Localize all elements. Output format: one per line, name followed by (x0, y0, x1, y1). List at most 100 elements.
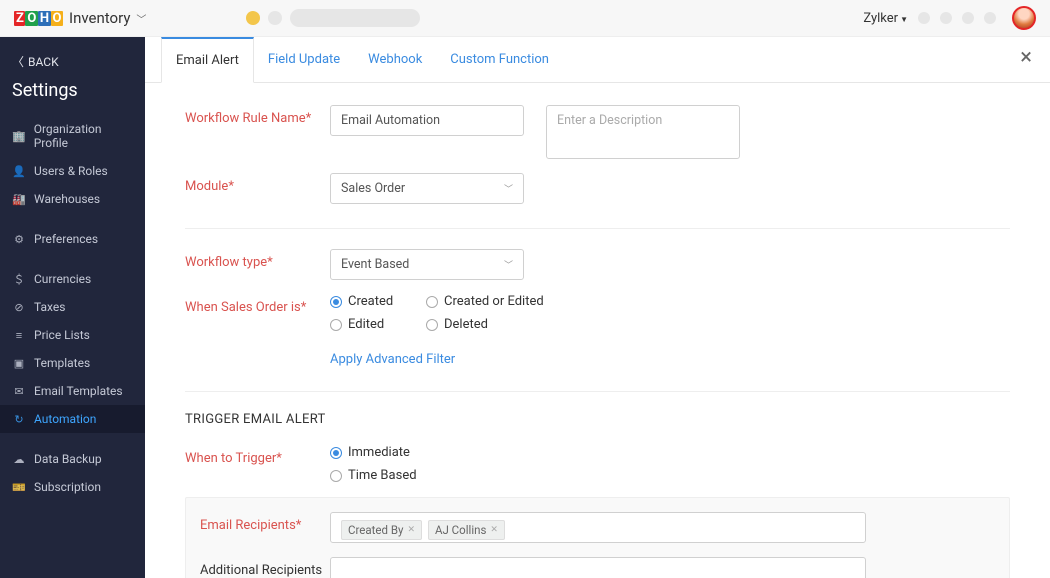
radio-icon (426, 319, 438, 331)
close-icon[interactable]: ✕ (490, 525, 498, 535)
sidebar-icon: 👤 (12, 164, 26, 178)
radio-label: Created (348, 294, 393, 309)
sidebar-item-label: Email Templates (34, 384, 123, 398)
sidebar-icon: ↻ (12, 412, 26, 426)
sidebar-item-label: Subscription (34, 480, 101, 494)
sidebar-item-label: Organization Profile (34, 122, 133, 150)
top-placeholders (246, 9, 420, 27)
sidebar-item-label: Automation (34, 412, 96, 426)
workflow-type-value: Event Based (341, 257, 409, 272)
sidebar-item-label: Taxes (34, 300, 65, 314)
close-icon[interactable]: × (1020, 47, 1032, 69)
additional-recipients-label: Additional Recipients (200, 557, 330, 578)
chip-aj-collins: AJ Collins✕ (428, 520, 505, 540)
sidebar-item-label: Preferences (34, 232, 98, 246)
workflow-type-label: Workflow type* (185, 249, 330, 270)
radio-icon (330, 296, 342, 308)
topbar: ZOHO Inventory ﹀ Zylker▼ (0, 0, 1050, 37)
sidebar-item-templates[interactable]: ▣ Templates (0, 349, 145, 377)
sidebar-item-data-backup[interactable]: ☁ Data Backup (0, 445, 145, 473)
radio-time-based[interactable]: Time Based (330, 468, 417, 483)
module-value: Sales Order (341, 181, 405, 196)
org-switcher[interactable]: Zylker▼ (863, 11, 908, 26)
sidebar-icon: ⚙ (12, 232, 26, 246)
radio-label: Edited (348, 317, 384, 332)
trigger-heading: TRIGGER EMAIL ALERT (185, 412, 1010, 427)
when-label: When Sales Order is* (185, 294, 330, 315)
sidebar-item-organization-profile[interactable]: 🏢 Organization Profile (0, 115, 145, 157)
tab-webhook[interactable]: Webhook (354, 37, 436, 83)
back-label: BACK (28, 55, 59, 69)
sidebar-item-label: Users & Roles (34, 164, 108, 178)
top-action[interactable] (962, 12, 974, 24)
workflow-form: Workflow Rule Name* Enter a Description … (145, 83, 1050, 578)
placeholder-bar (290, 9, 420, 27)
sidebar-item-label: Price Lists (34, 328, 90, 342)
top-action[interactable] (984, 12, 996, 24)
top-action[interactable] (918, 12, 930, 24)
apply-advanced-filter-link[interactable]: Apply Advanced Filter (330, 346, 455, 367)
sidebar: 〈 BACK Settings 🏢 Organization Profile 👤 Us… (0, 37, 145, 578)
sidebar-item-automation[interactable]: ↻ Automation (0, 405, 145, 433)
sidebar-item-email-templates[interactable]: ✉ Email Templates (0, 377, 145, 405)
sidebar-item-warehouses[interactable]: 🏭 Warehouses (0, 185, 145, 213)
recipients-label: Email Recipients* (200, 512, 330, 533)
radio-label: Created or Edited (444, 294, 544, 309)
sidebar-item-label: Templates (34, 356, 90, 370)
sidebar-item-currencies[interactable]: ＄Currencies (0, 265, 145, 293)
sidebar-icon: ☁ (12, 452, 26, 466)
chevron-left-icon: 〈 (12, 53, 24, 70)
description-input[interactable]: Enter a Description (546, 105, 740, 159)
chevron-down-icon: ﹀ (136, 11, 146, 26)
radio-icon (426, 296, 438, 308)
radio-icon (330, 319, 342, 331)
top-action[interactable] (940, 12, 952, 24)
sidebar-item-subscription[interactable]: 🎫 Subscription (0, 473, 145, 501)
sidebar-icon: 🎫 (12, 480, 26, 494)
caret-down-icon: ▼ (900, 15, 908, 24)
sidebar-item-users-roles[interactable]: 👤 Users & Roles (0, 157, 145, 185)
zoho-logo: ZOHO (14, 11, 63, 26)
workflow-type-select[interactable]: Event Based ﹀ (330, 249, 524, 280)
rule-name-label: Workflow Rule Name* (185, 105, 330, 126)
chip-created-by: Created By ✕ (341, 520, 422, 540)
close-icon[interactable]: ✕ (407, 525, 415, 535)
sidebar-item-preferences[interactable]: ⚙ Preferences (0, 225, 145, 253)
chip-label: Created By (348, 523, 403, 537)
sidebar-icon: ▣ (12, 356, 26, 370)
additional-recipients-input[interactable] (330, 557, 866, 578)
radio-created-or-edited[interactable]: Created or Edited (426, 294, 566, 309)
sidebar-item-taxes[interactable]: ⊘ Taxes (0, 293, 145, 321)
sidebar-icon: 🏭 (12, 192, 26, 206)
radio-edited[interactable]: Edited (330, 317, 426, 332)
radio-icon (330, 447, 342, 459)
rule-name-input[interactable] (330, 105, 524, 136)
tabs: Email AlertField UpdateWebhookCustom Fun… (145, 37, 1050, 83)
tab-custom-function[interactable]: Custom Function (436, 37, 563, 83)
tab-field-update[interactable]: Field Update (254, 37, 354, 83)
chevron-down-icon: ﹀ (504, 258, 513, 271)
module-select[interactable]: Sales Order ﹀ (330, 173, 524, 204)
radio-label: Immediate (348, 445, 410, 460)
sidebar-item-price-lists[interactable]: ≡ Price Lists (0, 321, 145, 349)
placeholder-dot (246, 11, 260, 25)
sidebar-icon: ✉ (12, 384, 26, 398)
sidebar-heading: Settings (0, 76, 145, 115)
avatar[interactable] (1012, 6, 1036, 30)
radio-deleted[interactable]: Deleted (426, 317, 566, 332)
tab-email-alert[interactable]: Email Alert (161, 37, 254, 83)
app-name: Inventory (69, 9, 130, 27)
radio-immediate[interactable]: Immediate (330, 445, 417, 460)
radio-created[interactable]: Created (330, 294, 426, 309)
module-label: Module* (185, 173, 330, 194)
sidebar-icon: ≡ (12, 328, 26, 342)
app-switcher[interactable]: ZOHO Inventory ﹀ (14, 9, 146, 27)
sidebar-item-label: Currencies (34, 272, 91, 286)
sidebar-item-label: Warehouses (34, 192, 100, 206)
back-button[interactable]: 〈 BACK (0, 47, 145, 76)
radio-icon (330, 470, 342, 482)
recipients-input[interactable]: Created By✕AJ Collins✕ (330, 512, 866, 543)
sidebar-icon: 🏢 (12, 129, 26, 143)
sidebar-item-label: Data Backup (34, 452, 102, 466)
sidebar-icon: ⊘ (12, 300, 26, 314)
